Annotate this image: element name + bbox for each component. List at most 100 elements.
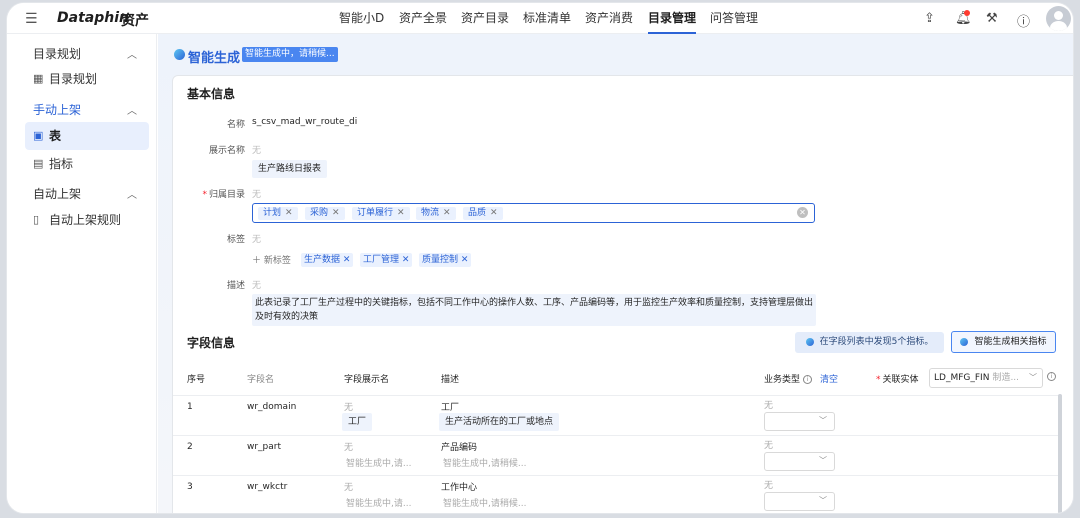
notification-dot bbox=[964, 10, 970, 16]
tag-original: 无 bbox=[252, 235, 262, 245]
upload-icon[interactable]: ⇪ bbox=[924, 11, 935, 26]
row-index: 3 bbox=[187, 482, 193, 492]
catalog-tag[interactable]: 品质 ✕ bbox=[463, 207, 503, 220]
row-field-name: wr_part bbox=[247, 442, 282, 452]
header-divider bbox=[173, 395, 1062, 396]
nav-catalog-management[interactable]: 目录管理 bbox=[648, 3, 697, 34]
sidebar-item-label: 目录规划 bbox=[49, 72, 98, 86]
name-value: s_csv_mad_wr_route_di bbox=[252, 117, 358, 127]
row-divider bbox=[173, 435, 1062, 436]
nav-asset-consumption[interactable]: 资产消费 bbox=[585, 3, 633, 34]
ai-sparkle-icon bbox=[960, 337, 969, 346]
logo[interactable]: Dataphin bbox=[57, 10, 129, 26]
app-window: ☰ Dataphin 资产 智能小D 资产全景 资产目录 标准清单 资产消费 目… bbox=[6, 2, 1074, 514]
desc-ai-value[interactable]: 此表记录了工厂生产过程中的关键指标，包括不同工作中心的操作人数、工序、产品编码等… bbox=[252, 294, 816, 326]
catalog-tag[interactable]: 计划 ✕ bbox=[258, 207, 298, 220]
help-icon[interactable]: ⓘ bbox=[1017, 11, 1030, 30]
basic-info-title: 基本信息 bbox=[187, 87, 236, 101]
display-name-ai-value[interactable]: 生产路线日报表 bbox=[252, 160, 328, 178]
biz-type-select[interactable]: ﹀ bbox=[764, 412, 835, 431]
smart-generate-title: 智能生成 bbox=[188, 51, 241, 66]
col-entity: * 关联实体 bbox=[876, 375, 919, 385]
tag-label: 标签 bbox=[226, 235, 245, 245]
row-display-ai[interactable]: 智能生成中,请... bbox=[346, 456, 411, 469]
chevron-down-icon: ﹀ bbox=[1029, 373, 1037, 382]
chevron-down-icon: ﹀ bbox=[819, 496, 827, 505]
wrench-icon[interactable]: ⚒ bbox=[986, 11, 998, 26]
close-icon: ✕ bbox=[332, 208, 340, 218]
row-field-name: wr_domain bbox=[247, 402, 297, 412]
entity-select[interactable]: LD_MFG_FIN 制造... ﹀ bbox=[929, 368, 1043, 388]
metric-hint-button[interactable]: 在字段列表中发现5个指标。 bbox=[795, 332, 944, 353]
catalog-tag[interactable]: 物流 ✕ bbox=[416, 207, 456, 220]
sidebar-item-table[interactable]: ▣ 表 bbox=[25, 122, 149, 150]
row-desc-ai[interactable]: 智能生成中,请稍候... bbox=[443, 456, 526, 469]
top-nav-bar: ☰ Dataphin 资产 智能小D 资产全景 资产目录 标准清单 资产消费 目… bbox=[7, 3, 1073, 34]
biz-type-select[interactable]: ﹀ bbox=[764, 452, 835, 471]
field-info-title: 字段信息 bbox=[187, 336, 236, 350]
table-icon: ▣ bbox=[33, 129, 44, 142]
metric-icon: ▤ bbox=[33, 157, 44, 170]
chevron-down-icon: ﹀ bbox=[819, 416, 827, 425]
row-biz-original: 无 bbox=[764, 401, 774, 411]
row-field-name: wr_wkctr bbox=[247, 482, 288, 492]
row-desc-ai[interactable]: 生产活动所在的工厂或地点 bbox=[439, 413, 560, 431]
plus-icon: ＋ bbox=[252, 256, 262, 266]
table-scrollbar[interactable] bbox=[1058, 394, 1062, 513]
name-label: 名称 bbox=[226, 120, 245, 130]
catalog-tag[interactable]: 订单履行 ✕ bbox=[352, 207, 410, 220]
row-desc-ai[interactable]: 智能生成中,请稍候... bbox=[443, 496, 526, 509]
nav-asset-overview[interactable]: 资产全景 bbox=[399, 3, 447, 34]
sidebar-group-auto-listing[interactable]: 自动上架 bbox=[33, 185, 81, 202]
close-icon: ✕ bbox=[285, 208, 293, 218]
nav-asset-catalog[interactable]: 资产目录 bbox=[461, 3, 509, 34]
chevron-up-icon[interactable]: ︿ bbox=[127, 186, 137, 201]
row-display-ai[interactable]: 智能生成中,请... bbox=[346, 496, 411, 509]
close-icon: ✕ bbox=[397, 208, 405, 218]
label-tag[interactable]: 工厂管理 ✕ bbox=[360, 253, 413, 267]
chevron-up-icon[interactable]: ︿ bbox=[127, 102, 137, 117]
menu-icon[interactable]: ☰ bbox=[25, 11, 38, 27]
row-display-original: 无 bbox=[344, 403, 354, 413]
clear-icon[interactable]: ✕ bbox=[797, 207, 808, 218]
avatar[interactable] bbox=[1046, 6, 1071, 31]
sidebar-item-catalog-planning[interactable]: ▦ 目录规划 bbox=[25, 65, 149, 93]
ai-sparkle-icon bbox=[805, 337, 814, 346]
row-display-ai[interactable]: 工厂 bbox=[342, 413, 373, 431]
sidebar-item-metric[interactable]: ▤ 指标 bbox=[25, 150, 149, 178]
new-tag-button[interactable]: ＋ 新标签 bbox=[252, 253, 291, 266]
col-biz-type: 业务类型 i bbox=[764, 372, 812, 385]
nav-standard-list[interactable]: 标准清单 bbox=[523, 3, 571, 34]
col-index: 序号 bbox=[187, 375, 206, 385]
close-icon: ✕ bbox=[443, 208, 451, 218]
row-desc-original: 工作中心 bbox=[441, 483, 478, 493]
nav-qa-management[interactable]: 问答管理 bbox=[710, 3, 758, 34]
file-icon: ▯ bbox=[33, 213, 40, 226]
close-icon: ✕ bbox=[460, 255, 469, 265]
col-name: 字段名 bbox=[247, 375, 275, 385]
label-tag[interactable]: 质量控制 ✕ bbox=[419, 253, 472, 267]
sidebar-group-manual-listing[interactable]: 手动上架 bbox=[33, 101, 81, 118]
sidebar-item-auto-rules[interactable]: ▯ 自动上架规则 bbox=[25, 206, 149, 234]
display-name-original: 无 bbox=[252, 146, 262, 156]
biz-type-select[interactable]: ﹀ bbox=[764, 492, 835, 511]
desc-label: 描述 bbox=[226, 281, 245, 291]
display-name-label: 展示名称 bbox=[208, 146, 245, 156]
sidebar-group-catalog-planning[interactable]: 目录规划 bbox=[33, 45, 81, 62]
label-tag[interactable]: 生产数据 ✕ bbox=[301, 253, 354, 267]
catalog-tag[interactable]: 采购 ✕ bbox=[305, 207, 345, 220]
product-name: 资产 bbox=[121, 13, 149, 29]
clear-biz-type-link[interactable]: 清空 bbox=[820, 372, 838, 385]
main-content: 智能生成 智能生成中，请稍候... 基本信息 名称 s_csv_mad_wr_r… bbox=[158, 34, 1073, 513]
info-icon: i bbox=[802, 375, 812, 384]
row-display-original: 无 bbox=[344, 443, 354, 453]
generate-metrics-button[interactable]: 智能生成相关指标 bbox=[951, 331, 1056, 353]
ai-sparkle-icon bbox=[174, 49, 185, 60]
sidebar-item-label: 自动上架规则 bbox=[49, 213, 122, 227]
catalog-multiselect[interactable]: 计划 ✕ 采购 ✕ 订单履行 ✕ 物流 ✕ 品质 ✕ ✕ bbox=[252, 203, 815, 223]
chevron-up-icon[interactable]: ︿ bbox=[127, 46, 137, 61]
sidebar-item-label: 表 bbox=[49, 129, 62, 143]
nav-smart-d[interactable]: 智能小D bbox=[339, 3, 384, 34]
close-icon: ✕ bbox=[401, 255, 410, 265]
sidebar-item-label: 指标 bbox=[49, 157, 74, 171]
